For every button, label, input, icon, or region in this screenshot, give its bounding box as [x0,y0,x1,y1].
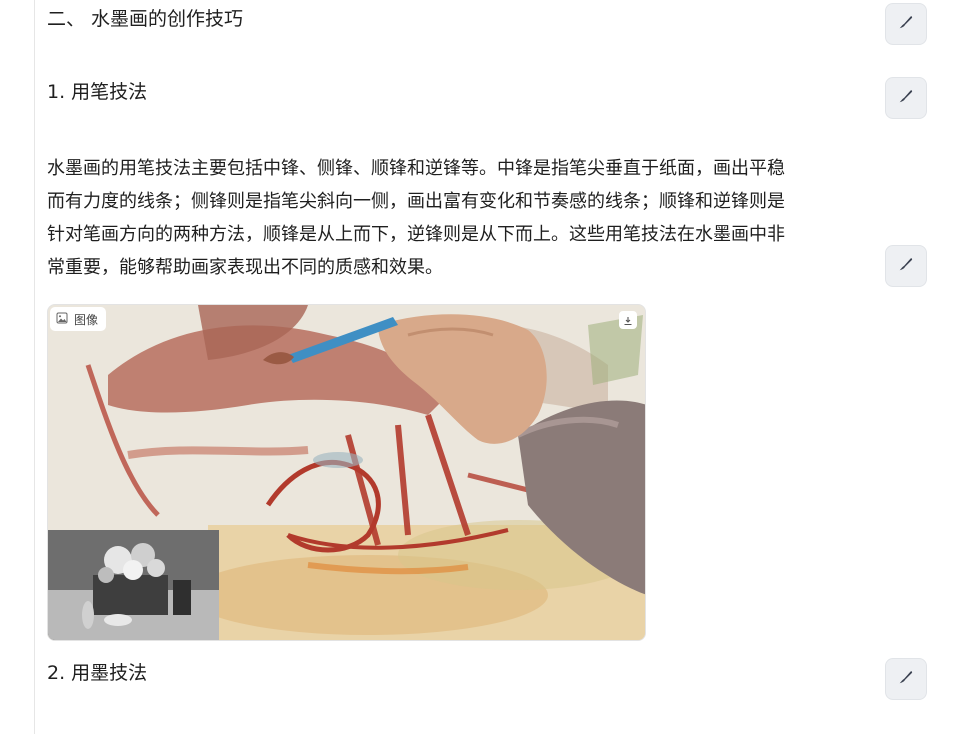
edit-button-section-heading[interactable] [885,3,927,45]
subsection-heading-1: 1. 用笔技法 [47,81,148,103]
download-button[interactable] [619,311,637,329]
edit-button-subsection-1[interactable] [885,77,927,119]
brush-icon [897,255,915,277]
image-icon [56,312,68,327]
subsection-heading-2: 2. 用墨技法 [47,662,148,684]
image-type-tag: 图像 [50,307,107,331]
brush-icon [897,668,915,690]
section-heading: 二、 水墨画的创作技巧 [47,8,244,30]
paragraph-line: 针对笔画方向的两种方法，顺锋是从上而下，逆锋则是从下而上。这些用笔技法在水墨画中… [47,224,785,245]
edit-button-paragraph[interactable] [885,245,927,287]
paragraph-brush-technique: 水墨画的用笔技法主要包括中锋、侧锋、顺锋和逆锋等。中锋是指笔尖垂直于纸面，画出平… [47,152,872,284]
left-divider [34,0,35,734]
paragraph-line: 而有力度的线条；侧锋则是指笔尖斜向一侧，画出富有变化和节奏感的线条；顺锋和逆锋则… [47,191,785,212]
download-icon [623,311,633,330]
painting-image[interactable]: 图像 [47,304,646,641]
paragraph-line: 水墨画的用笔技法主要包括中锋、侧锋、顺锋和逆锋等。中锋是指笔尖垂直于纸面，画出平… [47,158,785,179]
image-tag-label: 图像 [74,312,99,327]
document-page: 二、 水墨画的创作技巧 1. 用笔技法 水墨画的用笔技法主要包括中锋、侧锋、顺锋… [0,0,979,734]
brush-icon [897,87,915,109]
brush-icon [897,13,915,35]
reference-photo-inset [48,530,219,640]
paragraph-line: 常重要，能够帮助画家表现出不同的质感和效果。 [47,257,443,278]
edit-button-subsection-2[interactable] [885,658,927,700]
